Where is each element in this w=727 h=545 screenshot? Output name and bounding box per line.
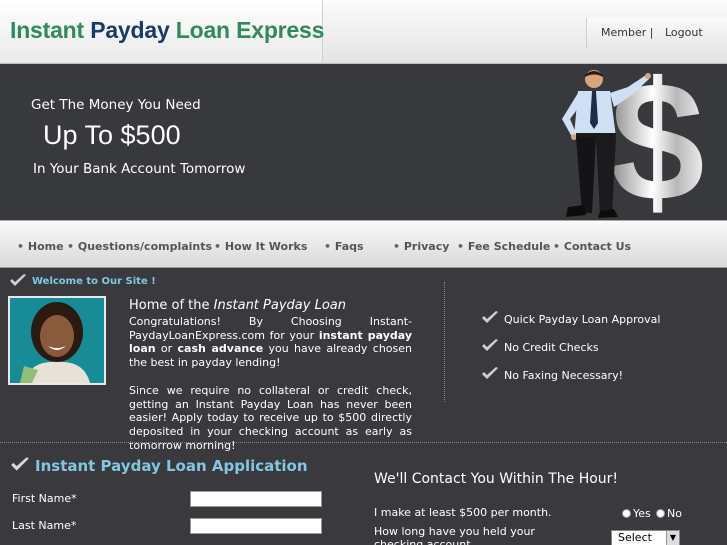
feature-label: Quick Payday Loan Approval <box>504 313 661 326</box>
application-title: Instant Payday Loan Application <box>35 457 308 475</box>
logo-word-instant: Instant <box>10 17 84 43</box>
horizontal-divider <box>0 442 727 443</box>
nav-bullet: • <box>393 240 401 253</box>
nav-privacy[interactable]: • Privacy <box>393 240 449 253</box>
nav-bullet: • <box>17 240 25 253</box>
welcome-bar: Welcome to Our Site ! <box>0 270 727 292</box>
intro-heading-prefix: Home of the <box>129 298 214 313</box>
income-yes-radio[interactable]: Yes <box>622 507 651 520</box>
nav-faqs[interactable]: • Faqs <box>324 240 364 253</box>
logo-text: Instant Payday Loan Express <box>10 17 324 44</box>
member-link[interactable]: Member | <box>601 26 653 39</box>
account-duration-select[interactable]: Select ▼ <box>611 530 680 545</box>
intro-heading: Home of the Instant Payday Loan <box>129 298 346 313</box>
nav-bullet: • <box>324 240 332 253</box>
woman-portrait-image <box>10 298 104 383</box>
nav-questions-complaints[interactable]: • Questions/complaints <box>67 240 212 253</box>
checkmark-icon <box>11 457 29 471</box>
no-label: No <box>667 507 682 520</box>
select-value: Select <box>618 531 652 544</box>
main-nav: • Home • Questions/complaints • How It W… <box>0 220 727 268</box>
nav-bullet: • <box>67 240 75 253</box>
intro-p1-text-c: or <box>155 342 178 356</box>
first-name-label: First Name* <box>12 492 77 505</box>
nav-home[interactable]: • Home <box>17 240 64 253</box>
smiling-woman-photo <box>8 296 106 385</box>
chevron-down-icon[interactable]: ▼ <box>666 531 679 545</box>
nav-bullet: • <box>457 240 465 253</box>
intro-paragraph-1: Congratulations! By Choosing Instant-Pay… <box>129 315 412 370</box>
nav-how-it-works[interactable]: • How It Works <box>214 240 307 253</box>
last-name-label: Last Name* <box>12 519 77 532</box>
logout-link[interactable]: Logout <box>665 26 703 39</box>
logo-word-payday: Payday <box>90 17 170 43</box>
checkmark-icon <box>482 311 498 323</box>
last-name-input[interactable] <box>190 518 322 534</box>
contact-heading: We'll Contact You Within The Hour! <box>374 471 619 487</box>
nav-contact-us-label: Contact Us <box>563 240 632 253</box>
nav-faqs-label: Faqs <box>334 240 364 253</box>
logo-word-loan-express: Loan Express <box>175 17 325 43</box>
nav-bullet: • <box>214 240 222 253</box>
nav-fee-schedule-label: Fee Schedule <box>467 240 551 253</box>
nav-how-it-works-label: How It Works <box>224 240 308 253</box>
income-question: I make at least $500 per month. <box>374 506 552 519</box>
vertical-divider <box>444 282 445 402</box>
yes-label: Yes <box>633 507 651 520</box>
checking-account-question: How long have you held your checking acc… <box>374 525 535 545</box>
nav-home-label: Home <box>27 240 64 253</box>
banner-tagline-top: Get The Money You Need <box>31 97 201 113</box>
banner-tagline-amount: Up To $500 <box>43 120 181 150</box>
account-links: Member | Logout <box>586 18 727 48</box>
feature-label: No Faxing Necessary! <box>504 369 623 382</box>
intro-p1-bold-cash-advance: cash advance <box>177 342 264 356</box>
businessman-image <box>562 70 651 218</box>
nav-fee-schedule[interactable]: • Fee Schedule <box>457 240 550 253</box>
feature-label: No Credit Checks <box>504 341 599 354</box>
site-logo[interactable]: Instant Payday Loan Express <box>0 0 324 62</box>
income-no-radio[interactable]: No <box>656 507 682 520</box>
checkmark-icon <box>482 339 498 351</box>
first-name-input[interactable] <box>190 491 322 507</box>
checkmark-icon <box>10 274 26 286</box>
intro-heading-emphasis: Instant Payday Loan <box>213 298 346 313</box>
checkmark-icon <box>482 367 498 379</box>
radio-circle[interactable] <box>622 509 631 518</box>
hero-banner: Get The Money You Need Up To $500 In You… <box>0 57 727 227</box>
nav-bullet: • <box>553 240 561 253</box>
welcome-label: Welcome to Our Site ! <box>32 276 156 287</box>
nav-privacy-label: Privacy <box>403 240 450 253</box>
banner-tagline-bottom: In Your Bank Account Tomorrow <box>33 161 246 177</box>
radio-circle[interactable] <box>656 509 665 518</box>
nav-contact-us[interactable]: • Contact Us <box>553 240 631 253</box>
nav-questions-label: Questions/complaints <box>77 240 213 253</box>
